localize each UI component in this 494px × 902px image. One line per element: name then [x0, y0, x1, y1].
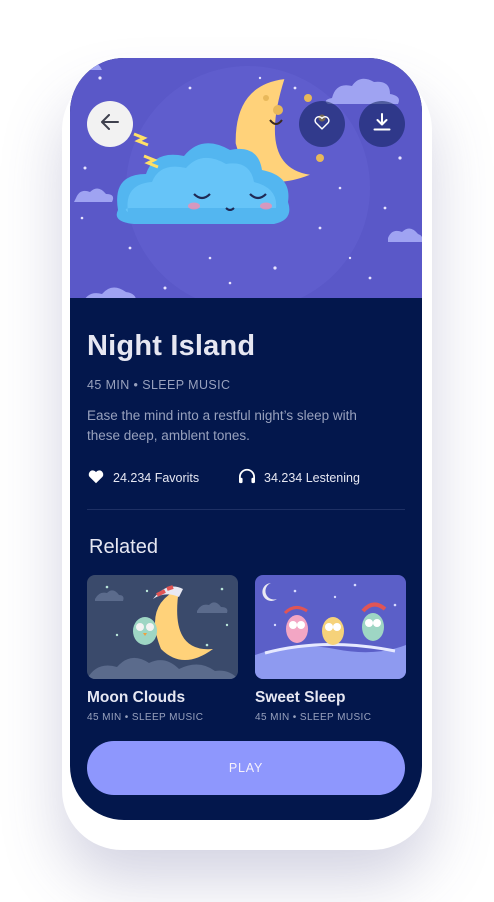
arrow-left-icon: [101, 113, 119, 135]
headphones-icon: [238, 468, 264, 487]
favorites-count: 24.234 Favorits: [113, 470, 200, 485]
download-icon: [373, 112, 391, 136]
listening-stat: 34.234 Lestening: [238, 468, 360, 487]
track-meta: 45 MIN • SLEEP MUSIC: [87, 378, 231, 392]
related-card-sweet-sleep[interactable]: Sweet Sleep 45 MIN • SLEEP MUSIC: [255, 575, 406, 723]
related-heading: Related: [89, 536, 158, 558]
download-button[interactable]: [359, 101, 405, 147]
phone-screen: Night Island 45 MIN • SLEEP MUSIC Ease t…: [70, 58, 422, 820]
heart-icon: [313, 114, 331, 135]
related-item-title: Moon Clouds: [87, 689, 186, 706]
moon-clouds-thumbnail: [87, 575, 238, 679]
track-description: Ease the mind into a restful night’s sle…: [87, 408, 357, 443]
back-button[interactable]: [87, 101, 133, 147]
related-item-meta: 45 MIN • SLEEP MUSIC: [255, 712, 372, 723]
favorites-stat: 24.234 Favorits: [87, 468, 199, 487]
related-item-meta: 45 MIN • SLEEP MUSIC: [87, 712, 204, 723]
related-card-moon-clouds[interactable]: Moon Clouds 45 MIN • SLEEP MUSIC: [87, 575, 238, 723]
divider: [87, 509, 405, 510]
track-title: Night Island: [87, 330, 256, 362]
hero-illustration: [70, 58, 422, 305]
play-button[interactable]: PLAY: [87, 741, 405, 795]
sweet-sleep-thumbnail: [255, 575, 406, 679]
listening-count: 34.234 Lestening: [264, 470, 360, 485]
heart-filled-icon: [87, 468, 113, 487]
favorite-button[interactable]: [299, 101, 345, 147]
related-item-title: Sweet Sleep: [255, 689, 346, 706]
